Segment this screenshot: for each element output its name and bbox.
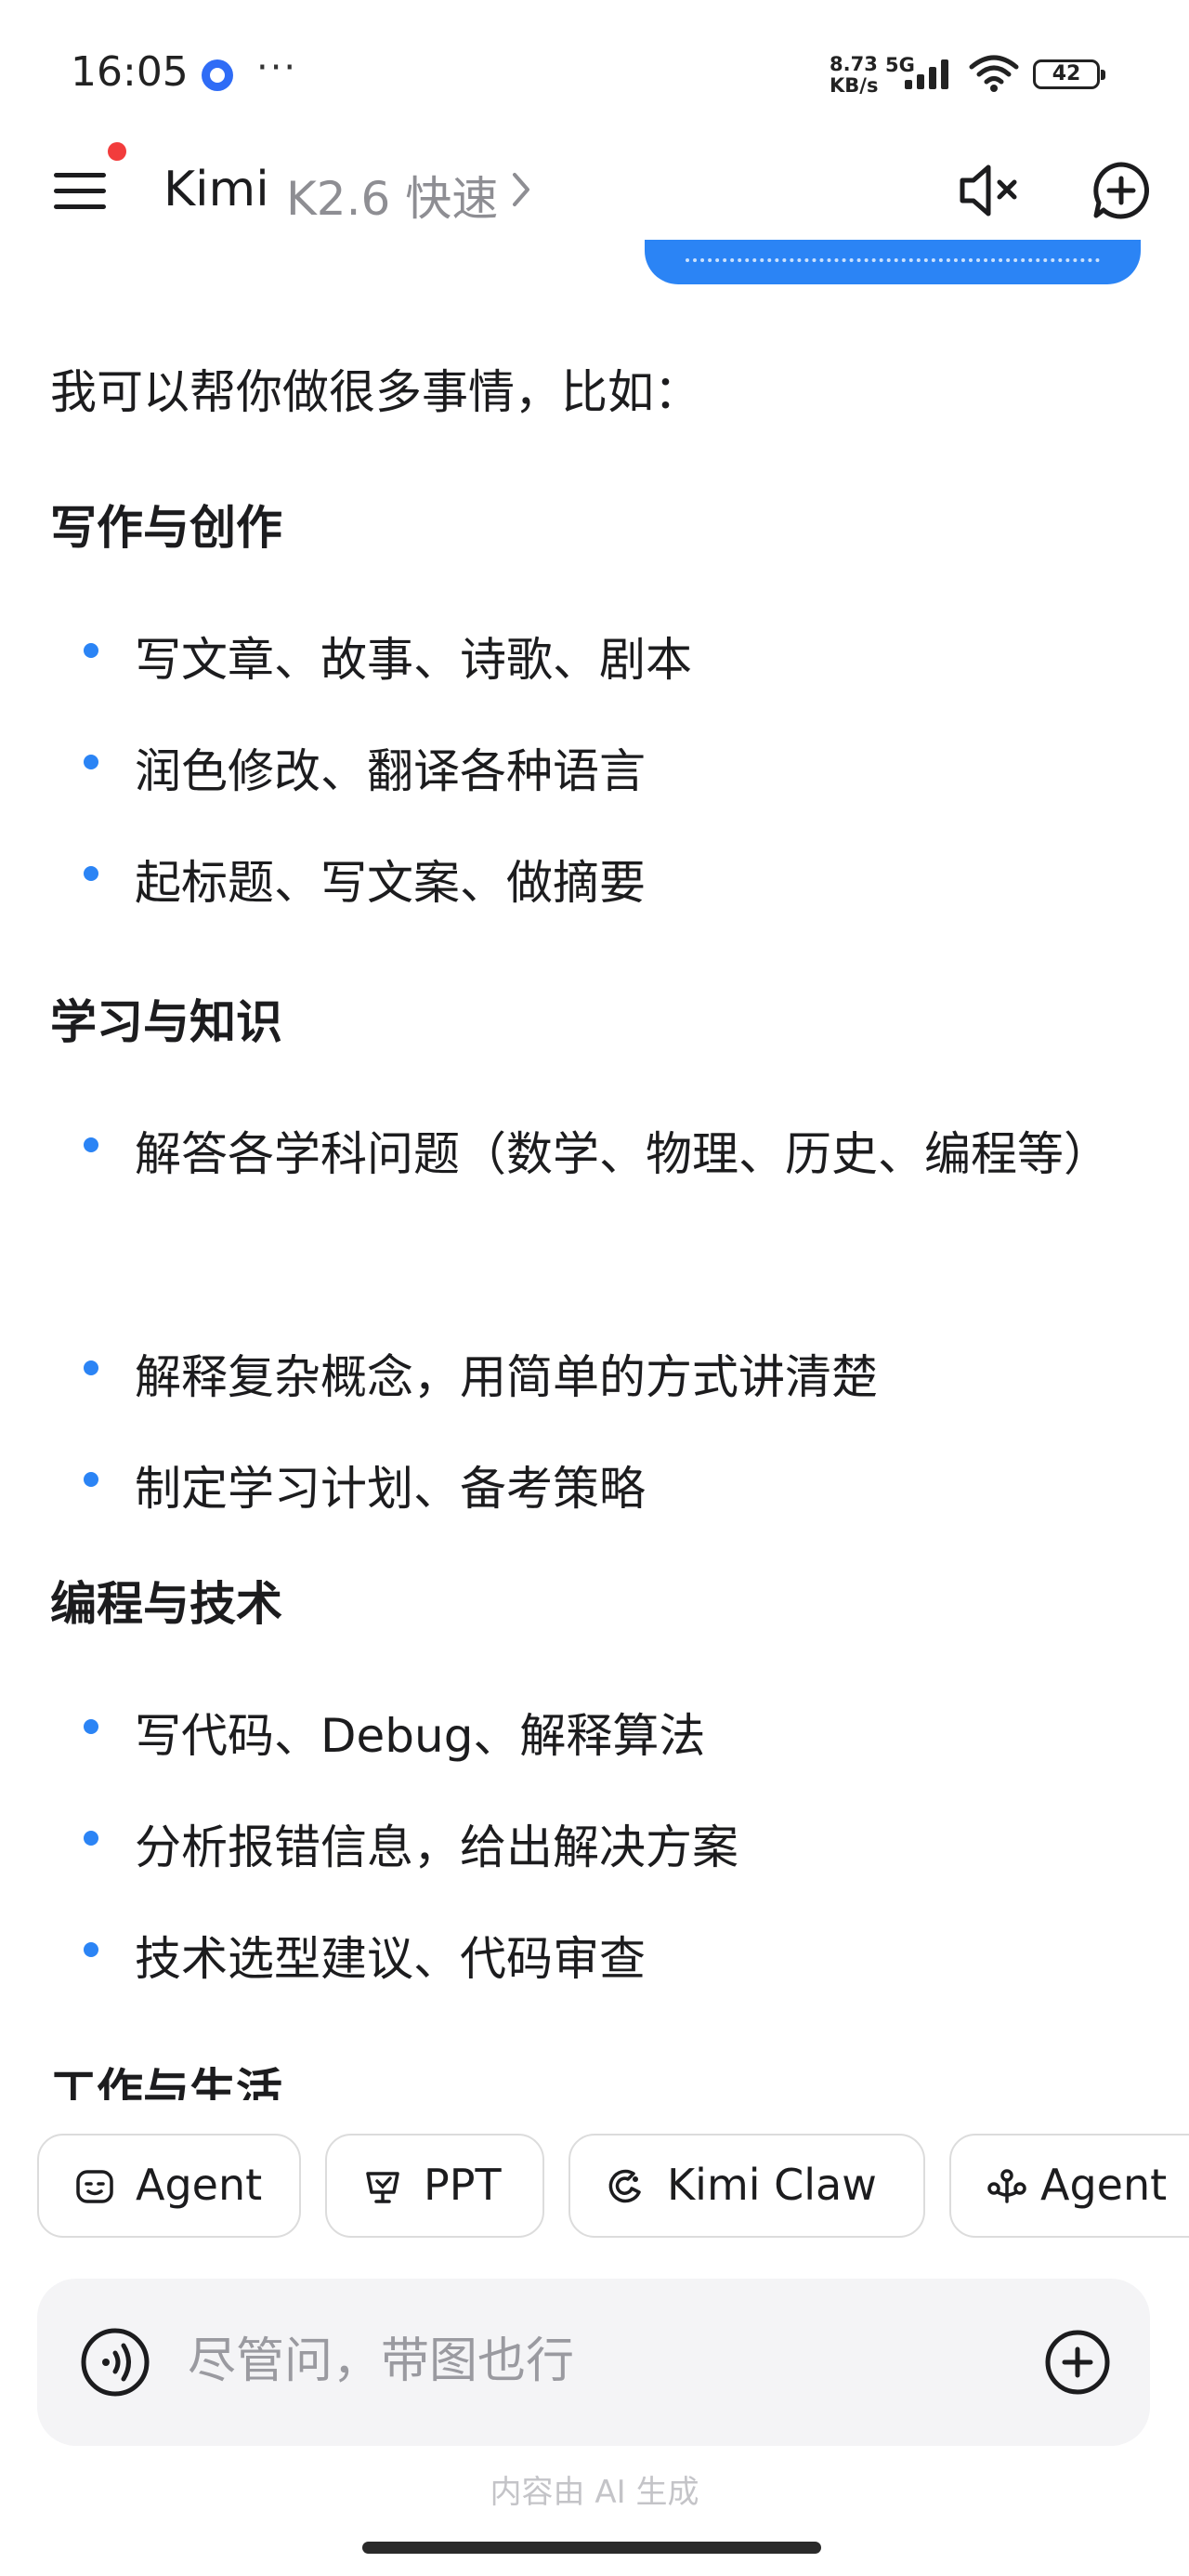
bullet-dot: [84, 1831, 98, 1846]
chip-agent-cluster[interactable]: Agent: [949, 2134, 1189, 2238]
add-attachment-icon[interactable]: [1044, 2329, 1111, 2396]
battery-level: 42: [1052, 62, 1081, 85]
app-header: Kimi K2.6 快速: [0, 139, 1189, 242]
section-title: 工作与生活: [50, 2064, 282, 2100]
chip-kimi-claw[interactable]: Kimi Claw: [568, 2134, 925, 2238]
bullet-dot: [84, 1472, 98, 1487]
app-title: Kimi: [163, 162, 269, 217]
bullet-dot: [84, 1360, 98, 1375]
chevron-right-icon[interactable]: [511, 169, 533, 210]
bullet-dot: [84, 755, 98, 769]
network-speed-value: 8.73: [830, 53, 878, 75]
chip-ppt[interactable]: PPT: [325, 2134, 544, 2238]
chip-agent[interactable]: Agent: [37, 2134, 301, 2238]
chip-label: Agent: [136, 2160, 263, 2210]
wifi-icon: [969, 55, 1019, 92]
notification-badge: [108, 142, 126, 161]
app-notification-icon: [202, 59, 233, 91]
battery-icon: 42: [1033, 59, 1105, 89]
status-bar: 16:05 ··· 8.73 KB/s 5G 42: [0, 0, 1189, 139]
signal-icon: [905, 59, 948, 89]
voice-input-icon[interactable]: [80, 2327, 150, 2398]
status-time: 16:05: [71, 48, 189, 96]
bullet-dot: [84, 1942, 98, 1957]
bullet-dot: [84, 1137, 98, 1152]
bullet-dot: [84, 1719, 98, 1734]
chip-label: Kimi Claw: [667, 2160, 877, 2210]
chat-input[interactable]: [186, 2323, 1026, 2399]
menu-button[interactable]: [54, 164, 108, 217]
message-intro: 我可以帮你做很多事情，比如：: [50, 365, 700, 419]
assistant-message: 我可以帮你做很多事情，比如： 写作与创作 写文章、故事、诗歌、剧本 润色修改、翻…: [0, 288, 1189, 2100]
user-message-bubble: [645, 240, 1141, 284]
section-title: 学习与知识: [50, 995, 282, 1049]
quick-action-bar: Agent PPT Kimi Claw Agent: [0, 2134, 1189, 2241]
more-notifications-icon: ···: [256, 46, 298, 89]
bullet-dot: [84, 866, 98, 881]
network-speed-unit: KB/s: [830, 74, 879, 97]
ai-disclaimer: 内容由 AI 生成: [490, 2474, 699, 2511]
chat-input-box: [37, 2279, 1150, 2446]
chip-label: PPT: [424, 2160, 502, 2210]
model-selector[interactable]: K2.6 快速: [286, 162, 498, 229]
home-indicator[interactable]: [362, 2542, 821, 2554]
ppt-presentation-icon: [366, 2172, 399, 2203]
bullet-dot: [84, 643, 98, 658]
claw-icon: [608, 2169, 641, 2203]
chip-label: Agent: [1040, 2160, 1168, 2210]
agent-cluster-icon: [987, 2169, 1026, 2203]
network-speed: 8.73 KB/s: [830, 54, 878, 97]
speaker-mute-icon[interactable]: [953, 160, 1024, 221]
new-chat-icon[interactable]: [1091, 160, 1152, 221]
section-title: 写作与创作: [50, 501, 282, 555]
section-title: 编程与技术: [50, 1577, 282, 1631]
agent-robot-icon: [76, 2170, 113, 2203]
